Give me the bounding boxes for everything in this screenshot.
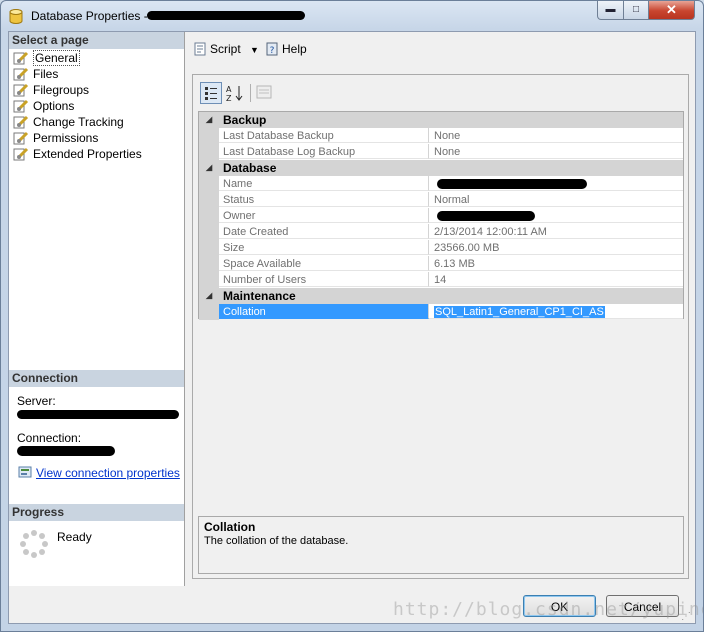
property-name: Number of Users	[219, 272, 429, 287]
help-button[interactable]: ? Help	[265, 40, 307, 58]
property-value: None	[429, 144, 683, 159]
select-page-header: Select a page	[9, 32, 184, 49]
property-name: Space Available	[219, 256, 429, 271]
page-change-tracking[interactable]: Change Tracking	[13, 114, 124, 130]
property-value: Normal	[429, 192, 683, 207]
property-value: 6.13 MB	[429, 256, 683, 271]
page-permissions[interactable]: Permissions	[13, 130, 98, 146]
property-name: Date Created	[219, 224, 429, 239]
page-extended-properties[interactable]: Extended Properties	[13, 146, 142, 162]
page-wrench-icon	[13, 67, 29, 81]
redacted-owner-value	[437, 211, 535, 221]
connection-label: Connection:	[17, 431, 82, 445]
help-icon: ?	[266, 42, 278, 56]
property-row[interactable]: Last Database Log Backup None	[199, 144, 683, 160]
property-row[interactable]: Size 23566.00 MB	[199, 240, 683, 256]
alphabetical-view-button[interactable]: AZ	[224, 82, 246, 104]
description-text: The collation of the database.	[204, 535, 349, 547]
database-icon	[9, 9, 23, 24]
property-pages-button[interactable]	[254, 82, 276, 104]
close-button[interactable]: ✕	[648, 1, 695, 20]
watermark: http://blog.csdn.net/yuping	[393, 599, 704, 620]
view-connection-properties-link[interactable]: View connection properties	[36, 466, 180, 480]
property-name: Last Database Backup	[219, 128, 429, 143]
minimize-button[interactable]: ▬	[597, 1, 624, 20]
toolbar-separator	[250, 84, 251, 102]
redacted-database-name	[147, 11, 305, 20]
property-name: Name	[219, 176, 429, 191]
property-name: Size	[219, 240, 429, 255]
property-row[interactable]: Space Available 6.13 MB	[199, 256, 683, 272]
redacted-connection-name	[17, 446, 115, 456]
page-options[interactable]: Options	[13, 98, 74, 114]
property-value: 2/13/2014 12:00:11 AM	[429, 224, 683, 239]
categorized-icon	[205, 87, 217, 100]
page-filegroups[interactable]: Filegroups	[13, 82, 89, 98]
script-dropdown-arrow-icon[interactable]: ▼	[250, 45, 259, 55]
redacted-name-value	[437, 179, 587, 189]
svg-text:Z: Z	[226, 94, 232, 103]
database-properties-window: Database Properties - ▬ □ ✕ Select a pag…	[0, 0, 704, 632]
property-row[interactable]: Last Database Backup None	[199, 128, 683, 144]
general-page-content: AZ ◢ Backup Last Database Backup None La…	[192, 74, 689, 579]
title-bar[interactable]: Database Properties - ▬ □ ✕	[1, 1, 703, 31]
progress-header: Progress	[9, 504, 184, 521]
svg-text:A: A	[226, 85, 232, 94]
dialog-client-area: Select a page General Files Filegroups O…	[8, 31, 696, 624]
property-name: Owner	[219, 208, 429, 223]
property-name: Status	[219, 192, 429, 207]
collapse-triangle-icon[interactable]: ◢	[206, 288, 212, 304]
resize-grip-icon[interactable]: ⋰	[681, 611, 691, 622]
page-wrench-icon	[13, 115, 29, 129]
description-panel: Collation The collation of the database.	[198, 516, 684, 574]
right-panel: Script ▼ ? Help AZ ◢ Backup Last Databas…	[185, 32, 695, 586]
view-connection-properties[interactable]: View connection properties	[17, 466, 180, 480]
property-value: None	[429, 128, 683, 143]
window-title: Database Properties -	[31, 9, 148, 23]
dialog-toolbar: Script ▼ ? Help	[185, 32, 695, 62]
connection-header: Connection	[9, 370, 184, 387]
collapse-triangle-icon[interactable]: ◢	[206, 112, 212, 128]
progress-status: Ready	[57, 530, 92, 544]
property-value: 23566.00 MB	[429, 240, 683, 255]
property-value: 14	[429, 272, 683, 287]
description-title: Collation	[204, 520, 256, 534]
left-panel: Select a page General Files Filegroups O…	[9, 32, 185, 586]
property-pages-icon	[256, 85, 272, 99]
category-database[interactable]: ◢ Database	[199, 160, 683, 176]
page-wrench-icon	[13, 99, 29, 113]
script-button[interactable]: Script ▼	[193, 40, 259, 58]
connection-properties-icon	[18, 466, 32, 478]
script-icon	[194, 42, 206, 56]
server-label: Server:	[17, 394, 56, 408]
page-files[interactable]: Files	[13, 66, 58, 82]
property-grid: ◢ Backup Last Database Backup None Last …	[198, 111, 684, 320]
category-backup[interactable]: ◢ Backup	[199, 112, 683, 128]
page-wrench-icon	[13, 131, 29, 145]
redacted-server-name	[17, 410, 179, 419]
property-row[interactable]: Status Normal	[199, 192, 683, 208]
sort-alphabetical-icon: AZ	[226, 85, 243, 103]
categorized-view-button[interactable]	[200, 82, 222, 104]
page-wrench-icon	[13, 83, 29, 97]
page-general[interactable]: General	[13, 50, 80, 66]
category-maintenance[interactable]: ◢ Maintenance	[199, 288, 683, 304]
property-row[interactable]: Date Created 2/13/2014 12:00:11 AM	[199, 224, 683, 240]
page-wrench-icon	[13, 147, 29, 161]
property-row-collation[interactable]: Collation SQL_Latin1_General_CP1_CI_AS	[199, 304, 683, 320]
property-row[interactable]: Number of Users 14	[199, 272, 683, 288]
property-name: Last Database Log Backup	[219, 144, 429, 159]
maximize-button[interactable]: □	[623, 1, 649, 20]
collapse-triangle-icon[interactable]: ◢	[206, 160, 212, 176]
page-wrench-icon	[13, 51, 29, 65]
svg-text:?: ?	[270, 46, 275, 56]
progress-spinner-icon	[20, 530, 48, 558]
property-value[interactable]: SQL_Latin1_General_CP1_CI_AS	[429, 304, 683, 319]
property-name: Collation	[219, 304, 429, 319]
